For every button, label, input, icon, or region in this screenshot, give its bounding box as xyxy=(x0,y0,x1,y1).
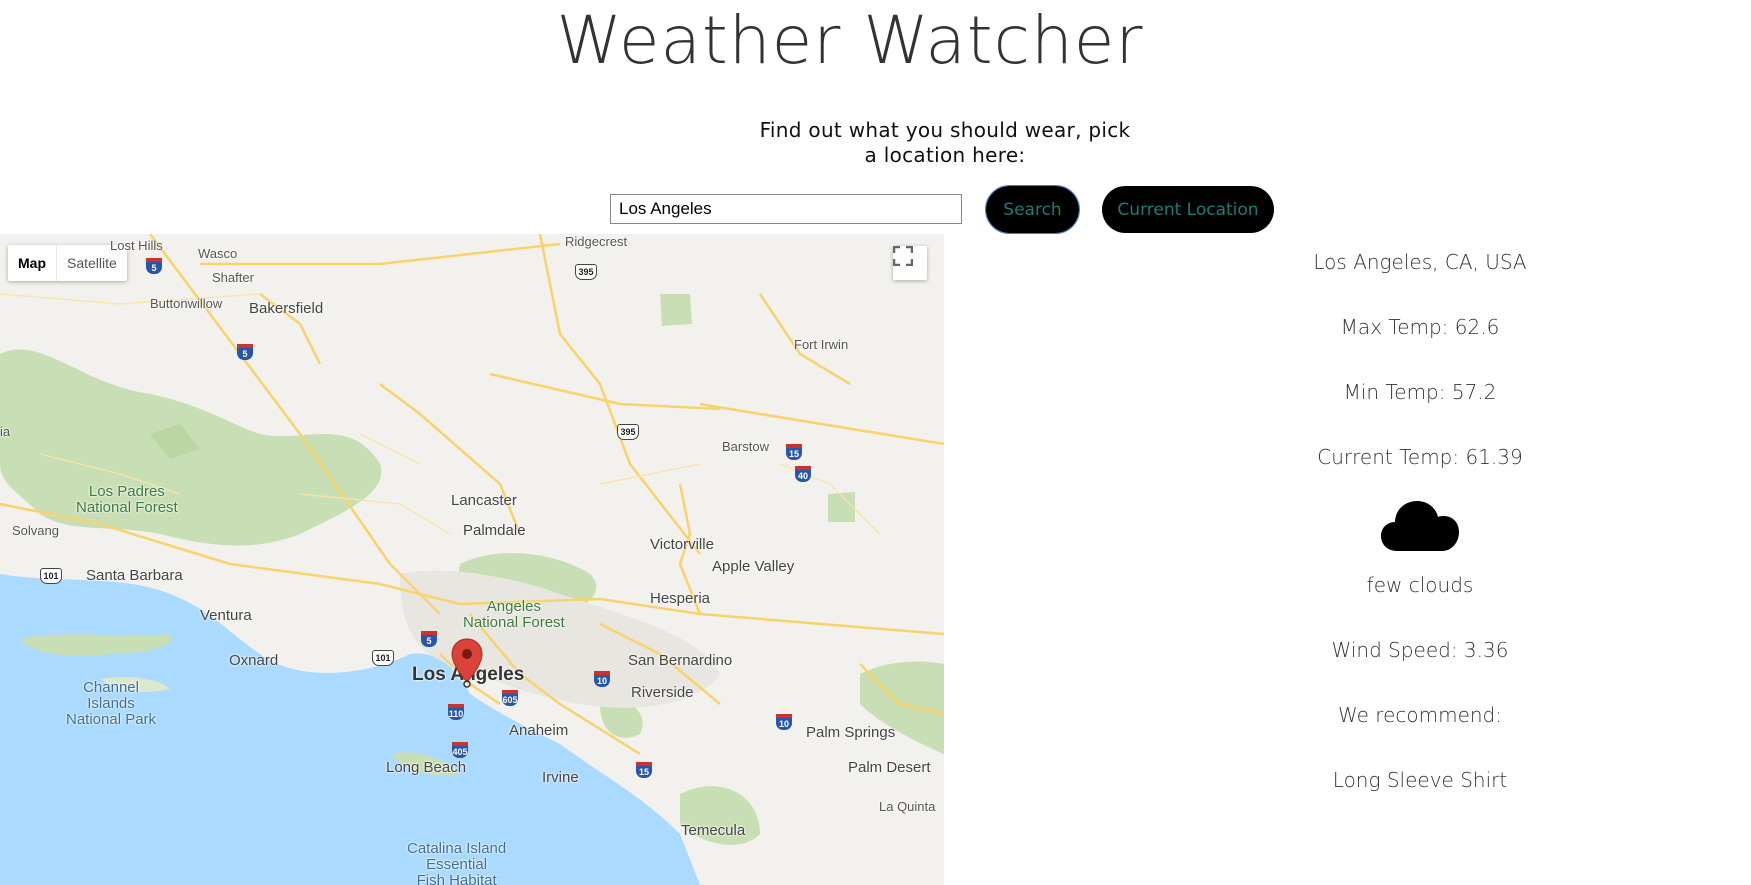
map-label: Apple Valley xyxy=(712,558,795,575)
us-route-shield: 395 xyxy=(617,424,639,440)
map-type-control: Map Satellite xyxy=(8,245,127,281)
map-label: Irvine xyxy=(542,769,579,786)
map-label: Buttonwillow xyxy=(150,296,223,311)
map-label: Bakersfield xyxy=(249,300,324,317)
map-label: Victorville xyxy=(650,536,714,553)
recommend-label: We recommend: xyxy=(1338,703,1502,727)
interstate-shield: 40 xyxy=(795,466,811,482)
map-label: Solvang xyxy=(12,523,59,538)
us-route-shield: 395 xyxy=(575,264,597,280)
interstate-shield: 5 xyxy=(237,344,253,360)
clothing-recommendation: Long Sleeve Shirt xyxy=(1332,768,1508,792)
map-label: Catalina Island Essential Fish Habitat xyxy=(407,840,507,885)
interstate-shield: 405 xyxy=(452,742,468,758)
interstate-shield: 10 xyxy=(594,671,610,687)
weather-location: Los Angeles, CA, USA xyxy=(1313,250,1527,274)
map-label: Los Padres National Forest xyxy=(76,483,178,516)
location-search-input[interactable] xyxy=(610,194,962,224)
map-label: Palmdale xyxy=(463,522,526,539)
map-label: Oxnard xyxy=(229,652,279,669)
map-label: Riverside xyxy=(631,684,694,701)
us-route-shield: 101 xyxy=(40,568,62,584)
map-type-map-button[interactable]: Map xyxy=(8,245,56,281)
map-canvas xyxy=(0,234,944,885)
weather-max-temp: Max Temp: 62.6 xyxy=(1340,315,1500,339)
map-label: Barstow xyxy=(722,439,769,454)
us-route-shield: 101 xyxy=(372,650,394,666)
weather-min-temp: Min Temp: 57.2 xyxy=(1343,380,1497,404)
fullscreen-icon[interactable] xyxy=(893,246,927,280)
map-label: Channel Islands National Park xyxy=(66,679,157,728)
weather-wind-speed: Wind Speed: 3.36 xyxy=(1331,638,1509,662)
interstate-shield: 110 xyxy=(448,704,464,720)
map-label: Santa Barbara xyxy=(86,567,183,584)
location-prompt: Find out what you should wear, pick a lo… xyxy=(759,118,1131,167)
map-label: Ridgecrest xyxy=(565,234,628,249)
map[interactable]: Map Satellite Lost Hills Wasco Shafter B… xyxy=(0,234,944,885)
map-label: Anaheim xyxy=(509,722,569,739)
map-label: Fort Irwin xyxy=(794,337,849,352)
map-label: Palm Desert xyxy=(848,759,931,776)
map-label: Angeles National Forest xyxy=(463,598,565,631)
map-label: Wasco xyxy=(198,246,238,261)
map-label: Hesperia xyxy=(650,590,711,607)
map-label: Palm Springs xyxy=(806,724,896,741)
interstate-shield: 5 xyxy=(146,258,162,274)
weather-description: few clouds xyxy=(1366,573,1474,597)
interstate-shield: 10 xyxy=(776,714,792,730)
map-label: Lost Hills xyxy=(110,238,163,253)
cloud-icon xyxy=(1220,495,1620,555)
current-location-button[interactable]: Current Location xyxy=(1102,186,1274,233)
search-button[interactable]: Search xyxy=(985,185,1080,234)
map-label: Ventura xyxy=(200,607,252,624)
weather-current-temp: Current Temp: 61.39 xyxy=(1317,445,1523,469)
map-pin-icon[interactable] xyxy=(450,638,484,688)
map-label: ia xyxy=(0,424,11,439)
map-label: La Quinta xyxy=(879,799,936,814)
map-label: Shafter xyxy=(212,270,254,285)
map-label: Lancaster xyxy=(451,492,517,509)
map-label: San Bernardino xyxy=(628,652,733,669)
page-title: Weather Watcher xyxy=(556,2,1144,79)
interstate-shield: 15 xyxy=(786,444,802,460)
interstate-shield: 605 xyxy=(502,690,518,706)
map-label: Temecula xyxy=(681,822,746,839)
interstate-shield: 5 xyxy=(421,631,437,647)
interstate-shield: 15 xyxy=(636,762,652,778)
map-label: Long Beach xyxy=(386,759,467,776)
